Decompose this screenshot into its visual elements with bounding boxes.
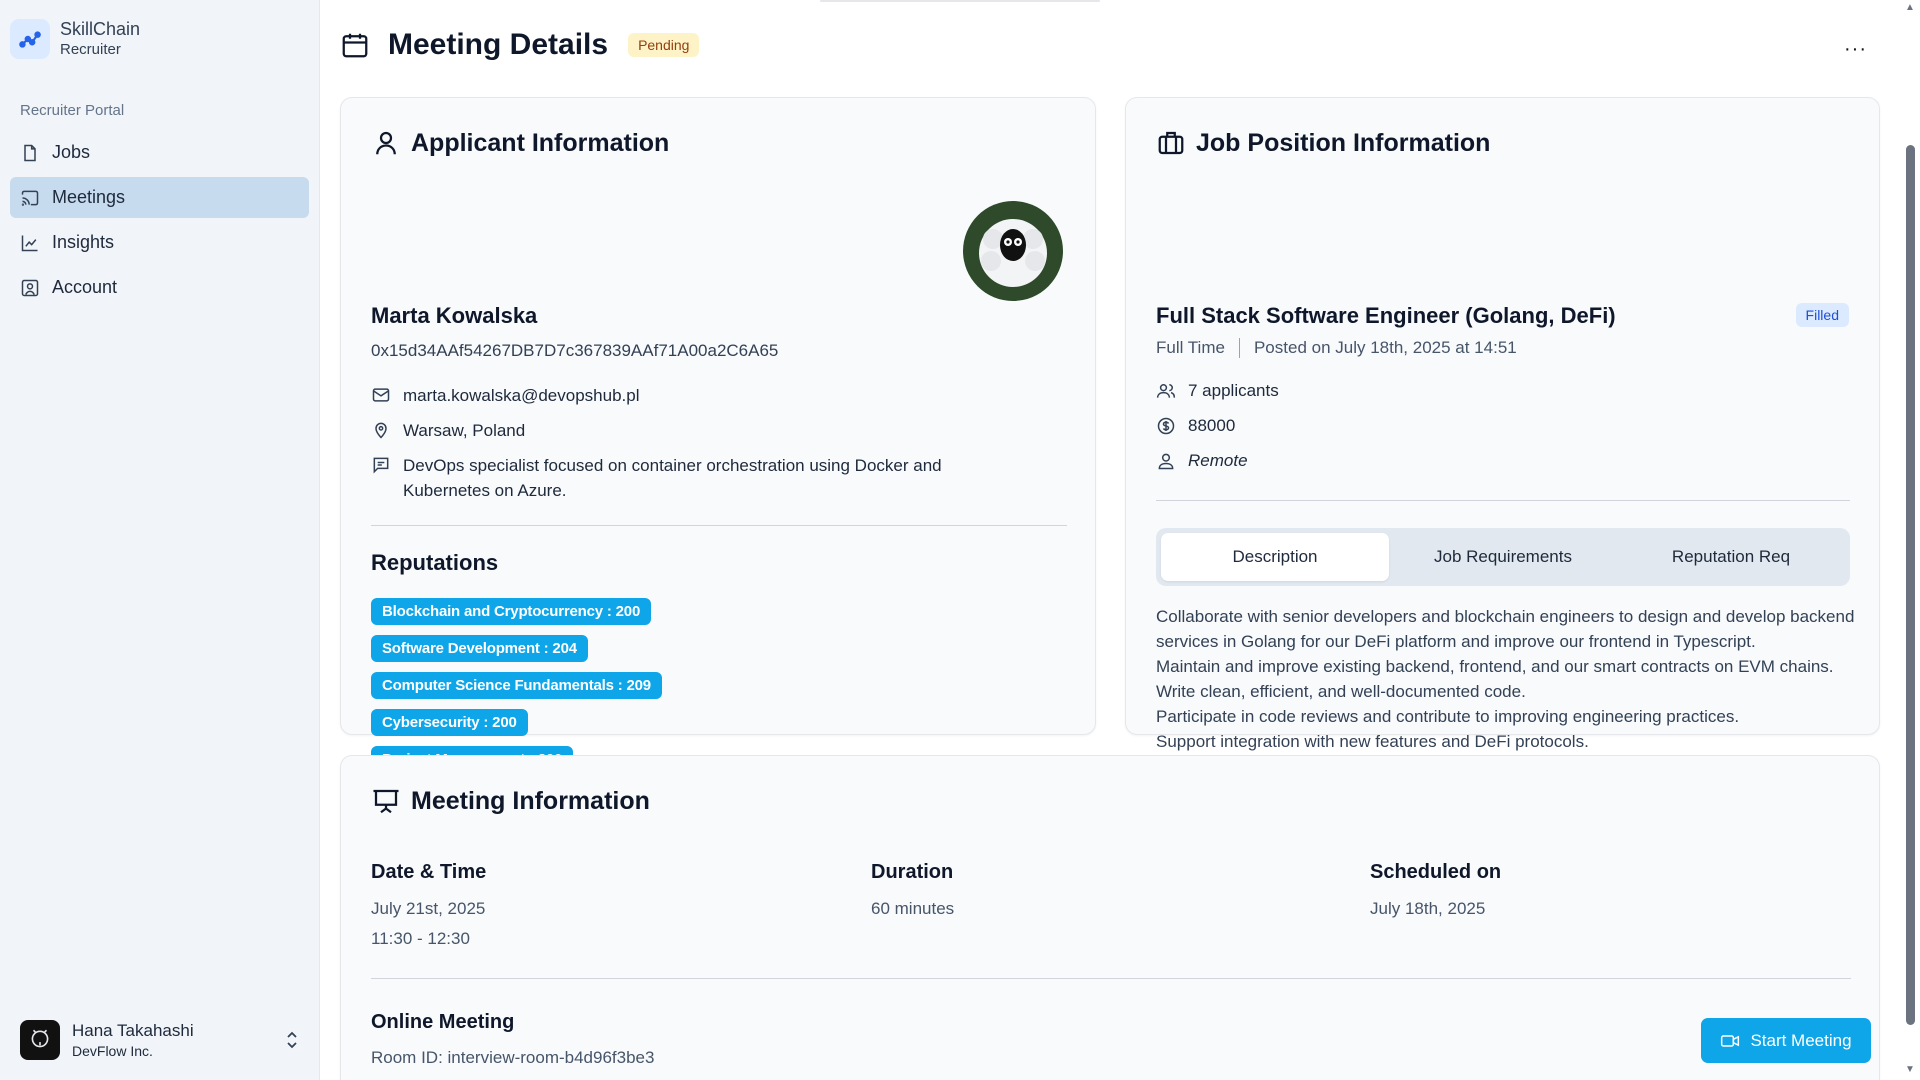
cast-icon — [21, 190, 39, 206]
scroll-down-icon[interactable]: ▼ — [1905, 1064, 1915, 1075]
status-badge: Pending — [628, 33, 700, 57]
applicant-name: Marta Kowalska — [371, 303, 538, 328]
user-org: DevFlow Inc. — [72, 1043, 153, 1059]
job-posted-date: Posted on July 18th, 2025 at 14:51 — [1253, 338, 1517, 357]
start-meeting-button[interactable]: Start Meeting — [1701, 1018, 1871, 1063]
sidebar-item-insights[interactable]: Insights — [10, 222, 309, 263]
job-tabs: Description Job Requirements Reputation … — [1156, 528, 1850, 586]
applicant-bio: DevOps specialist focused on container o… — [403, 456, 942, 500]
main-content: Meeting Details Pending ··· Applicant In… — [320, 0, 1900, 1080]
applicant-section-title: Applicant Information — [371, 128, 669, 158]
job-type: Full Time — [1156, 338, 1225, 357]
avatar — [20, 1020, 60, 1060]
video-icon — [1721, 1034, 1740, 1047]
reputation-badge: Software Development : 204 — [371, 635, 588, 662]
job-status-badge: Filled — [1795, 303, 1849, 327]
job-location: Remote — [1188, 451, 1248, 470]
reputation-badge: Blockchain and Cryptocurrency : 200 — [371, 598, 652, 625]
presentation-icon — [373, 789, 399, 814]
job-card: Job Position Information Full Stack Soft… — [1125, 97, 1880, 751]
meeting-card: Meeting Information Date & Time July 21s… — [340, 755, 1880, 1080]
description-line: Collaborate with senior developers and b… — [1156, 607, 1855, 651]
file-icon — [24, 144, 36, 161]
description-line: Support integration with new features an… — [1156, 732, 1589, 751]
sidebar-item-account[interactable]: Account — [10, 267, 309, 308]
user-location-icon — [1158, 453, 1174, 470]
sidebar-nav: Jobs Meetings Insights Account — [10, 132, 309, 312]
chart-icon — [21, 235, 38, 251]
brand-role: Recruiter — [60, 41, 121, 58]
portal-section-label: Recruiter Portal — [20, 102, 125, 119]
applicant-card: Applicant Information Marta Kowalska 0x1… — [340, 97, 1096, 773]
applicants-row: 7 applicants — [1156, 381, 1279, 401]
duration-block: Duration 60 minutes — [871, 861, 954, 924]
message-icon — [373, 457, 389, 474]
brand[interactable]: SkillChain Recruiter — [10, 18, 140, 60]
duration-label: Duration — [871, 861, 954, 883]
applicant-location: Warsaw, Poland — [403, 421, 526, 440]
date-time-label: Date & Time — [371, 861, 487, 883]
description-line: Write clean, efficient, and well-documen… — [1156, 682, 1526, 701]
job-meta: Full Time Posted on July 18th, 2025 at 1… — [1156, 338, 1517, 358]
sidebar-item-meetings[interactable]: Meetings — [10, 177, 309, 218]
user-icon — [376, 131, 396, 155]
skillchain-logo-icon — [10, 19, 50, 59]
applicant-count: 7 applicants — [1188, 381, 1279, 400]
mail-icon — [372, 388, 390, 402]
job-title: Full Stack Software Engineer (Golang, De… — [1156, 303, 1616, 328]
sidebar: SkillChain Recruiter Recruiter Portal Jo… — [0, 0, 320, 1080]
page-title: Meeting Details — [388, 28, 609, 61]
meeting-duration: 60 minutes — [871, 899, 955, 918]
start-meeting-label: Start Meeting — [1750, 1030, 1852, 1050]
meeting-time: 11:30 - 12:30 — [371, 929, 470, 948]
salary: 88000 — [1188, 416, 1236, 435]
room-id: Room ID: interview-room-b4d96f3be3 — [371, 1048, 655, 1067]
description-line: Participate in code reviews and contribu… — [1156, 707, 1740, 726]
user-menu[interactable]: Hana Takahashi DevFlow Inc. — [20, 1020, 300, 1060]
sidebar-item-label: Meetings — [52, 187, 126, 207]
scheduled-date: July 18th, 2025 — [1370, 899, 1486, 918]
sidebar-item-jobs[interactable]: Jobs — [10, 132, 309, 173]
more-options-button[interactable]: ··· — [1844, 38, 1867, 61]
scroll-thumb[interactable] — [1906, 145, 1915, 1025]
page-header: Meeting Details Pending — [340, 28, 700, 62]
applicant-avatar — [963, 201, 1063, 301]
applicant-email[interactable]: marta.kowalska@devopshub.pl — [403, 383, 640, 408]
job-description: Collaborate with senior developers and b… — [1156, 604, 1856, 754]
scrollbar[interactable]: ▲ ▼ — [1900, 0, 1920, 1080]
wallet-address: 0x15d34AAf54267DB7D7c367839AAf71A00a2C6A… — [371, 341, 779, 360]
sidebar-item-label: Jobs — [52, 142, 91, 162]
reputations-title: Reputations — [371, 550, 499, 575]
dollar-circle-icon — [1157, 417, 1175, 435]
job-section-title: Job Position Information — [1156, 128, 1490, 158]
description-line: Maintain and improve existing backend, f… — [1156, 657, 1834, 676]
user-square-icon — [21, 279, 39, 296]
tab-description[interactable]: Description — [1161, 533, 1389, 581]
user-name: Hana Takahashi — [72, 1021, 194, 1040]
bio-row: DevOps specialist focused on container o… — [371, 453, 951, 503]
meeting-date: July 21st, 2025 — [371, 899, 486, 918]
location-row: Warsaw, Poland — [371, 418, 525, 443]
brand-name: SkillChain — [60, 19, 141, 39]
email-row: marta.kowalska@devopshub.pl — [371, 383, 640, 408]
sidebar-item-label: Insights — [52, 232, 115, 252]
tab-job-requirements[interactable]: Job Requirements — [1389, 533, 1617, 581]
calendar-icon — [342, 33, 368, 58]
salary-row: 88000 — [1156, 416, 1235, 436]
scheduled-label: Scheduled on — [1370, 861, 1502, 883]
scroll-up-icon[interactable]: ▲ — [1905, 2, 1915, 13]
tab-reputation-req[interactable]: Reputation Req — [1617, 533, 1845, 581]
users-icon — [1156, 384, 1176, 398]
reputation-badge: Cybersecurity : 200 — [371, 709, 528, 736]
online-meeting-title: Online Meeting — [371, 1011, 515, 1033]
briefcase-icon — [1158, 131, 1184, 155]
location-pin-icon — [375, 422, 387, 439]
scheduled-block: Scheduled on July 18th, 2025 — [1370, 861, 1501, 924]
chevron-up-down-icon[interactable] — [284, 1030, 300, 1050]
meeting-section-title: Meeting Information — [371, 786, 650, 816]
reputation-badge: Computer Science Fundamentals : 209 — [371, 672, 662, 699]
job-location-row: Remote — [1156, 451, 1248, 471]
sidebar-item-label: Account — [52, 277, 118, 297]
date-time-block: Date & Time July 21st, 2025 11:30 - 12:3… — [371, 861, 486, 954]
